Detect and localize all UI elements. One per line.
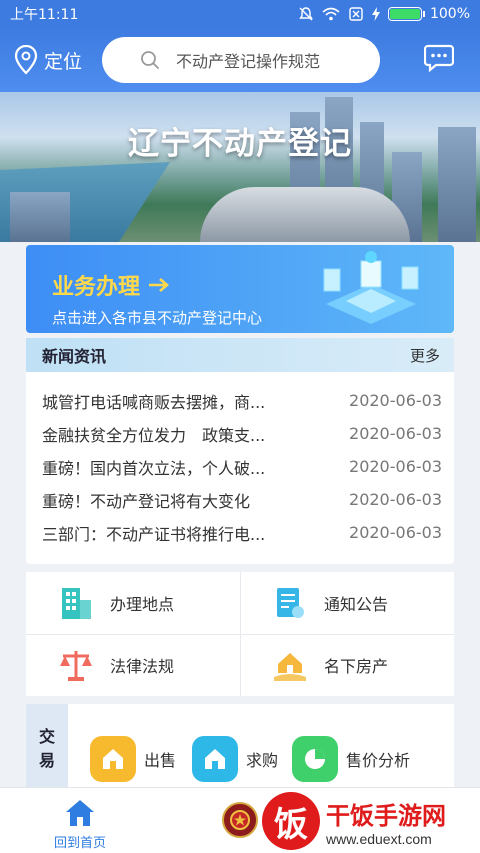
watermark-name: 干饭手游网: [326, 801, 446, 830]
trade-buy[interactable]: 求购: [192, 736, 278, 782]
news-item-date: 2020-06-03: [349, 523, 442, 542]
news-header: 新闻资讯 更多: [26, 338, 454, 372]
banner-building: [10, 192, 70, 242]
bottom-tab-bar: 回到首页 饭 干饭手游网 www.eduext.com: [0, 787, 480, 853]
notice-icon: [277, 588, 304, 618]
location-label: 定位: [44, 50, 83, 73]
sell-icon: [90, 736, 136, 782]
wifi-icon: [322, 7, 340, 21]
watermark-badge: 饭: [262, 792, 320, 850]
banner-title: 辽宁不动产登记: [128, 126, 352, 162]
business-title-row: 业务办理: [52, 269, 170, 301]
arrow-right-icon: [149, 278, 170, 292]
news-item-title: 重磅！不动产登记将有大变化: [42, 491, 251, 511]
service-label: 名下房产: [324, 657, 389, 676]
news-item-title: 金融扶贫全方位发力 政策支...: [42, 425, 266, 445]
search-placeholder: 不动产登记操作规范: [176, 52, 321, 71]
watermark-url: www.eduext.com: [326, 830, 432, 847]
news-heading: 新闻资讯: [42, 347, 107, 366]
buy-icon: [192, 736, 238, 782]
news-item-date: 2020-06-03: [349, 457, 442, 476]
sim-icon: [349, 7, 363, 21]
national-emblem-icon: [222, 802, 258, 838]
building-icon: [62, 588, 91, 619]
service-laws[interactable]: 法律法规: [26, 634, 240, 696]
battery-icon: [387, 7, 425, 21]
location-pin-icon: [14, 45, 38, 75]
trade-side-label: 交 易: [26, 704, 68, 794]
pie-chart-icon: [292, 736, 338, 782]
business-subtitle: 点击进入各市县不动产登记中心: [52, 309, 263, 327]
news-more-link[interactable]: 更多: [410, 345, 440, 366]
trade-label: 售价分析: [346, 751, 411, 770]
search-input[interactable]: 不动产登记操作规范: [102, 37, 380, 83]
service-label: 通知公告: [324, 595, 389, 614]
watermark-logo: 饭 干饭手游网 www.eduext.com: [262, 790, 472, 852]
tab-home[interactable]: 回到首页: [40, 798, 120, 851]
banner-mall: [200, 187, 410, 242]
service-label: 办理地点: [110, 595, 175, 614]
house-hand-icon: [274, 653, 306, 681]
scales-icon: [60, 651, 92, 681]
news-item[interactable]: 金融扶贫全方位发力 政策支... 2020-06-03: [42, 417, 442, 450]
trade-price-analysis[interactable]: 售价分析: [292, 736, 410, 782]
business-handling-card[interactable]: 业务办理 点击进入各市县不动产登记中心: [26, 245, 454, 333]
news-item[interactable]: 重磅！不动产登记将有大变化 2020-06-03: [42, 483, 442, 516]
status-time: 上午11:11: [10, 7, 79, 23]
news-panel: 新闻资讯 更多 城管打电话喊商贩去摆摊，商... 2020-06-03 金融扶贫…: [26, 338, 454, 564]
service-label: 法律法规: [110, 657, 175, 676]
news-item[interactable]: 三部门：不动产证书将推行电... 2020-06-03: [42, 516, 442, 549]
service-office-locations[interactable]: 办理地点: [26, 572, 240, 634]
news-item-title: 城管打电话喊商贩去摆摊，商...: [42, 392, 266, 412]
trade-side-char: 易: [38, 751, 55, 770]
mute-icon: [299, 7, 313, 21]
news-item-date: 2020-06-03: [349, 490, 442, 509]
status-icons: 100%: [298, 6, 470, 22]
news-item[interactable]: 重磅！国内首次立法，个人破... 2020-06-03: [42, 450, 442, 483]
service-notices[interactable]: 通知公告: [240, 572, 454, 634]
news-item-title: 三部门：不动产证书将推行电...: [42, 524, 266, 544]
trade-label: 出售: [144, 751, 177, 770]
trade-sell[interactable]: 出售: [90, 736, 176, 782]
chat-bubble-icon: [423, 44, 455, 73]
news-item[interactable]: 城管打电话喊商贩去摆摊，商... 2020-06-03: [42, 384, 442, 417]
isometric-office-illustration: [323, 251, 419, 324]
tab-home-label: 回到首页: [53, 836, 106, 851]
news-item-title: 重磅！国内首次立法，个人破...: [42, 458, 266, 478]
trade-section: 交 易 出售 求购 售价分析: [26, 704, 454, 794]
home-icon: [66, 800, 94, 826]
top-header: 定位 不动产登记操作规范: [0, 28, 480, 92]
trade-side-char: 交: [38, 727, 55, 746]
business-title: 业务办理: [52, 275, 141, 300]
news-item-date: 2020-06-03: [349, 424, 442, 443]
status-bar: 上午11:11 100%: [0, 0, 480, 28]
hero-banner[interactable]: 辽宁不动产登记: [0, 92, 480, 242]
search-icon: [141, 51, 160, 70]
trade-label: 求购: [246, 751, 279, 770]
charging-icon: [371, 7, 380, 21]
battery-fill: [389, 9, 420, 19]
services-grid: 办理地点 通知公告 法律法规 名下房产: [26, 572, 454, 696]
battery-percent: 100%: [429, 6, 470, 22]
news-item-date: 2020-06-03: [349, 391, 442, 410]
location-button[interactable]: 定位: [14, 45, 96, 75]
message-button[interactable]: [423, 44, 455, 76]
watermark-text: 干饭手游网 www.eduext.com: [326, 796, 446, 847]
service-my-properties[interactable]: 名下房产: [240, 634, 454, 696]
